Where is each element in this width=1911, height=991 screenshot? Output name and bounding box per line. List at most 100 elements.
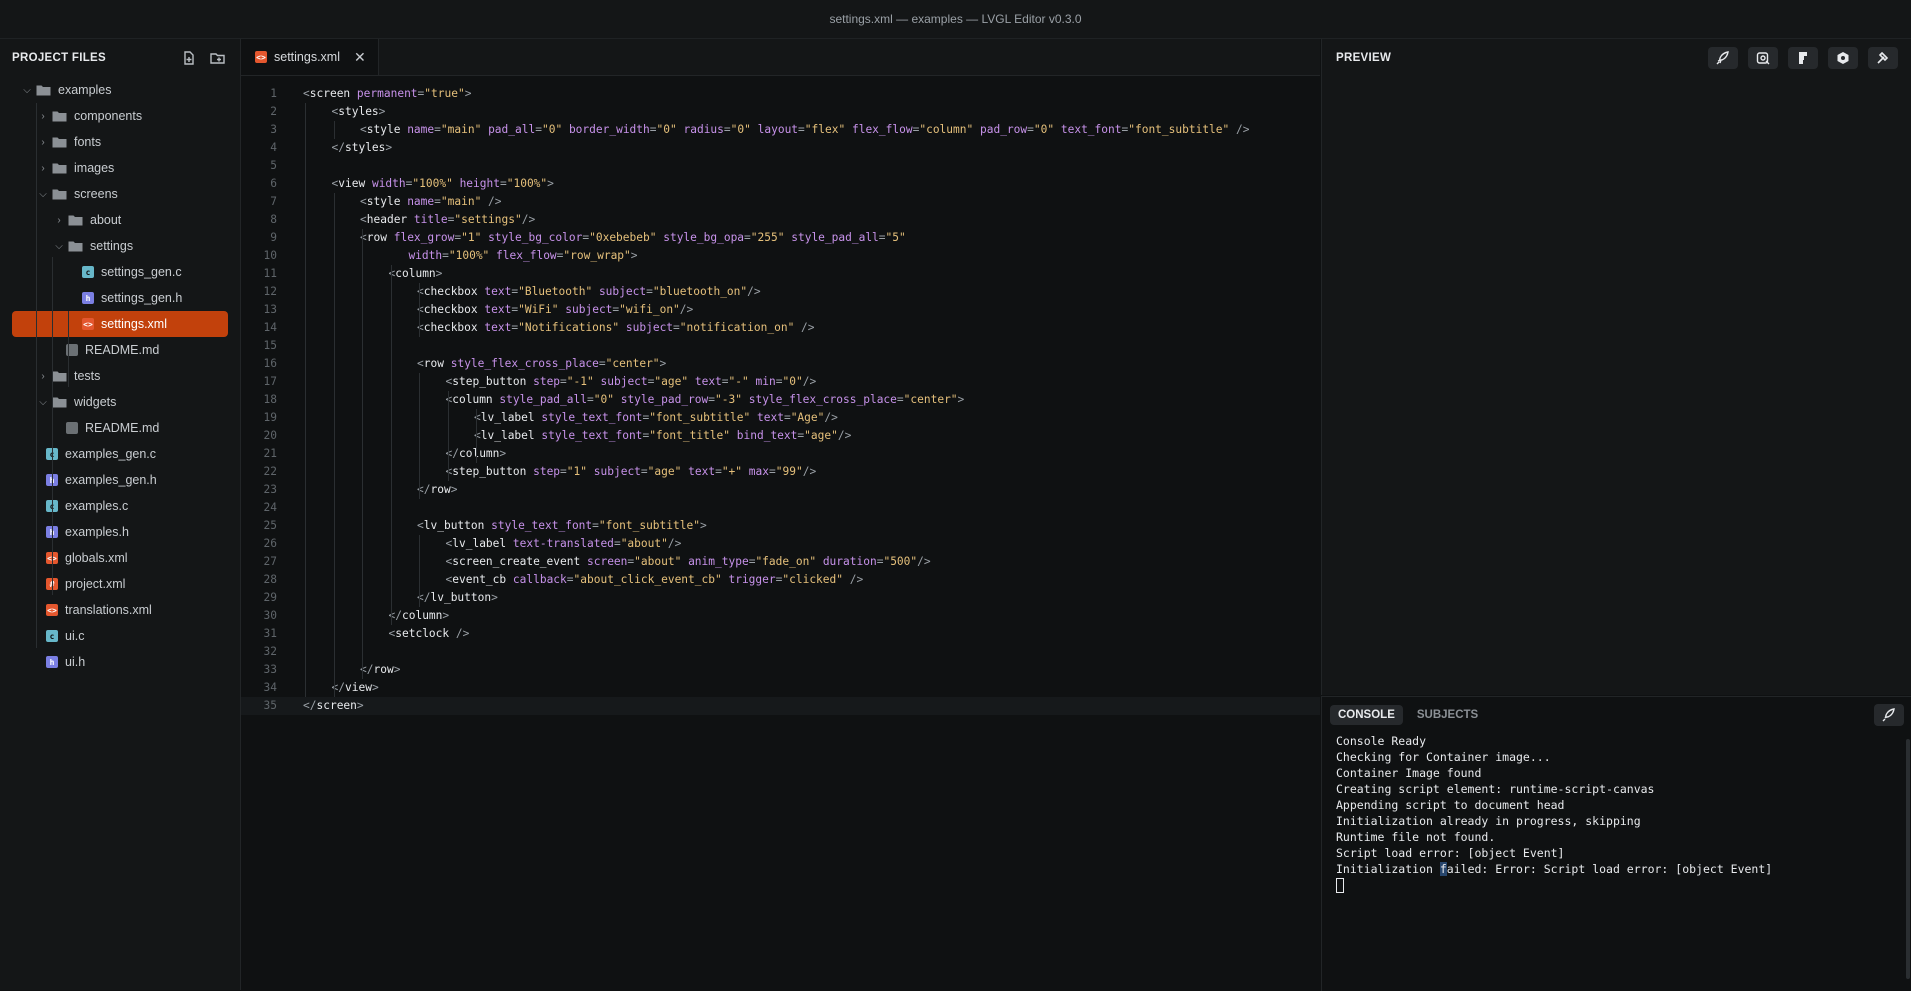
code-line[interactable]: 25 <lv_button style_text_font="font_subti… bbox=[241, 517, 1320, 535]
code-token: subject bbox=[593, 465, 641, 478]
clear-console-button[interactable] bbox=[1874, 704, 1904, 726]
code-text: width="100%" flex_flow="row_wrap"> bbox=[408, 247, 637, 265]
screenshot-button[interactable] bbox=[1748, 47, 1778, 69]
tree-file[interactable]: h ui.h bbox=[0, 649, 240, 675]
code-line[interactable]: 20 <lv_label style_text_font="font_title"… bbox=[241, 427, 1320, 445]
line-number: 10 bbox=[263, 249, 277, 262]
code-line[interactable]: 17 <step_button step="-1" subject="age" t… bbox=[241, 373, 1320, 391]
figma-button[interactable] bbox=[1788, 47, 1818, 69]
chevron-down-icon[interactable]: ⌵ bbox=[20, 85, 34, 96]
code-line[interactable]: 13 <checkbox text="WiFi" subject="wifi_on… bbox=[241, 301, 1320, 319]
build-button[interactable] bbox=[1868, 47, 1898, 69]
code-line[interactable]: 19 <lv_label style_text_font = "font_subtit… bbox=[241, 409, 1320, 427]
line-number: 33 bbox=[263, 663, 277, 676]
console-input-line[interactable] bbox=[1336, 877, 1898, 893]
code-line[interactable]: 23 </row> bbox=[241, 481, 1320, 499]
code-area[interactable]: 1 <screen permanent="true"> 2 <styles> 3 <sty… bbox=[241, 85, 1320, 715]
code-line[interactable]: 24 bbox=[241, 499, 1320, 517]
code-line[interactable]: 21 </column> bbox=[241, 445, 1320, 463]
code-token: < bbox=[360, 195, 367, 208]
code-line[interactable]: 26 <lv_label text-translated="about"/> bbox=[241, 535, 1320, 553]
code-line[interactable]: 18 <column style_pad_all="0" style_pad_ro… bbox=[241, 391, 1320, 409]
code-line[interactable]: 32 bbox=[241, 643, 1320, 661]
code-token: step bbox=[533, 465, 561, 478]
code-token: </ bbox=[303, 699, 317, 712]
indent-guide bbox=[476, 409, 477, 463]
chevron-right-icon[interactable]: › bbox=[36, 371, 50, 382]
code-line[interactable]: 9 <row flex_grow = "1" style_bg_color = "0xeb… bbox=[241, 229, 1320, 247]
code-token: > bbox=[630, 249, 638, 262]
code-line[interactable]: 30 </column> bbox=[241, 607, 1320, 625]
code-token: style_pad_row bbox=[620, 393, 709, 406]
code-line[interactable]: 1 <screen permanent="true"> bbox=[241, 85, 1320, 103]
chevron-right-icon[interactable]: › bbox=[52, 215, 66, 226]
code-line[interactable]: 5 bbox=[241, 157, 1320, 175]
code-line[interactable]: 4 </styles> bbox=[241, 139, 1320, 157]
tree-folder[interactable]: ⌵ examples bbox=[0, 77, 240, 103]
code-line[interactable]: 10 width="100%" flex_flow="row_wrap"> bbox=[241, 247, 1320, 265]
code-token: max bbox=[748, 465, 769, 478]
code-token: "255" bbox=[750, 231, 785, 244]
code-line[interactable]: 8 <header title="settings"/> bbox=[241, 211, 1320, 229]
tree-item-label: widgets bbox=[74, 395, 117, 409]
code-line[interactable]: 2 <styles> bbox=[241, 103, 1320, 121]
code-token: bind_text bbox=[736, 429, 798, 442]
code-line[interactable]: 22 <step_button step="1" subject="age" te… bbox=[241, 463, 1320, 481]
console-scrollbar[interactable] bbox=[1906, 739, 1910, 979]
code-token: /> bbox=[843, 573, 864, 586]
tab-subjects[interactable]: SUBJECTS bbox=[1409, 705, 1486, 725]
new-folder-button[interactable] bbox=[206, 47, 228, 69]
tree-item-label: ui.c bbox=[65, 629, 85, 643]
screenshot-icon bbox=[1756, 52, 1770, 65]
code-text: <style name="main" pad_all="0" border_wi… bbox=[360, 121, 1250, 139]
code-line[interactable]: 16 <row style_flex_cross_place="center"> bbox=[241, 355, 1320, 373]
line-number: 31 bbox=[263, 627, 277, 640]
code-token: > bbox=[371, 681, 379, 694]
code-text: <checkbox text="Bluetooth" subject="blue… bbox=[417, 283, 761, 301]
code-line[interactable]: 14 <checkbox text = "Notifications" subject… bbox=[241, 319, 1320, 337]
code-token: row bbox=[366, 231, 387, 244]
broom-icon bbox=[1882, 708, 1895, 722]
tab-settings-xml[interactable]: <> settings.xml ✕ bbox=[241, 39, 379, 75]
tree-item-label: settings_gen.h bbox=[101, 291, 183, 305]
folder-icon bbox=[68, 214, 84, 226]
code-line[interactable]: 7 <style name="main" /> bbox=[241, 193, 1320, 211]
chevron-down-icon[interactable]: ⌵ bbox=[52, 241, 66, 252]
code-text: </styles> bbox=[332, 139, 393, 157]
code-line[interactable]: 33 </row> bbox=[241, 661, 1320, 679]
code-line[interactable]: 3 <style name="main" pad_all="0" border_w… bbox=[241, 121, 1320, 139]
code-line[interactable]: 12 <checkbox text="Bluetooth" subject="bl… bbox=[241, 283, 1320, 301]
code-token: > bbox=[356, 699, 364, 712]
close-icon[interactable]: ✕ bbox=[354, 49, 366, 66]
code-token: callback bbox=[512, 573, 567, 586]
chevron-down-icon[interactable]: ⌵ bbox=[36, 189, 50, 200]
code-token: "-" bbox=[728, 375, 749, 388]
settings-hex-button[interactable] bbox=[1828, 47, 1858, 69]
code-line[interactable]: 29 </lv_button> bbox=[241, 589, 1320, 607]
code-line[interactable]: 6 <view width="100%" height="100%"> bbox=[241, 175, 1320, 193]
line-number: 15 bbox=[263, 339, 277, 352]
code-line[interactable]: 34 </view> bbox=[241, 679, 1320, 697]
deploy-button[interactable] bbox=[1708, 47, 1738, 69]
chevron-right-icon[interactable]: › bbox=[36, 163, 50, 174]
line-number: 24 bbox=[263, 501, 277, 514]
tab-console[interactable]: CONSOLE bbox=[1330, 705, 1403, 725]
chevron-down-icon[interactable]: ⌵ bbox=[36, 397, 50, 408]
chevron-right-icon[interactable]: › bbox=[36, 111, 50, 122]
code-line[interactable]: 27 <screen_create_event screen="about" an… bbox=[241, 553, 1320, 571]
code-line[interactable]: 28 <event_cb callback="about_click_event_… bbox=[241, 571, 1320, 589]
tree-file[interactable]: <> settings.xml bbox=[12, 311, 228, 337]
code-token: flex_grow bbox=[393, 231, 455, 244]
console-output[interactable]: Console Ready Checking for Container imag… bbox=[1322, 733, 1911, 893]
console-text: ailed: Error: Script load error: [object… bbox=[1446, 862, 1773, 876]
code-line[interactable]: 35 </screen> bbox=[241, 697, 1320, 715]
code-line[interactable]: 11 <column> bbox=[241, 265, 1320, 283]
code-token: width bbox=[408, 249, 443, 262]
code-line[interactable]: 15 bbox=[241, 337, 1320, 355]
new-file-button[interactable] bbox=[178, 47, 200, 69]
chevron-right-icon[interactable]: › bbox=[36, 137, 50, 148]
code-token: flex_flow bbox=[496, 249, 557, 262]
code-line[interactable]: 31 <setclock /> bbox=[241, 625, 1320, 643]
